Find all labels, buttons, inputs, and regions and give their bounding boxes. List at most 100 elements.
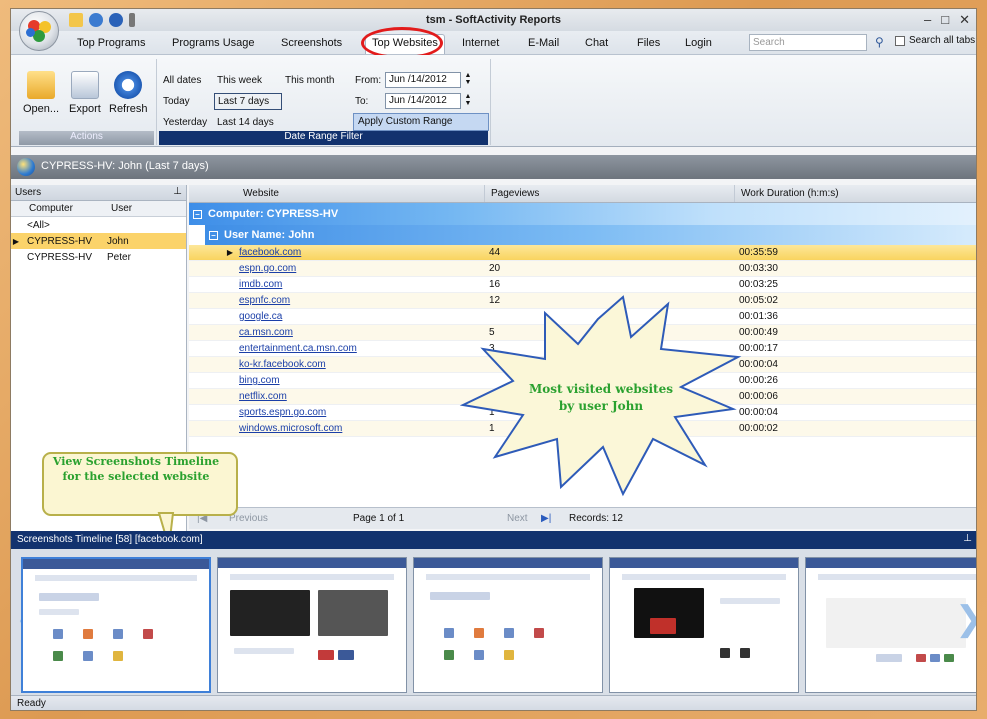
tab-files[interactable]: Files [631,35,666,51]
thumbnail-content [318,650,334,660]
website-link[interactable]: entertainment.ca.msn.com [239,343,485,354]
thumbnail-content [113,629,123,639]
timeline-next-icon[interactable]: ❯ [955,599,976,649]
column-user[interactable]: User [107,201,136,216]
table-row[interactable]: espn.go.com 20 00:03:30 [189,261,976,277]
page-indicator: Page 1 of 1 [353,513,405,524]
export-button[interactable]: Export [69,71,101,115]
to-date-input[interactable]: Jun /14/2012 [385,93,461,109]
website-link[interactable]: ca.msn.com [239,327,485,338]
pin-icon[interactable]: ⊥ [173,186,182,197]
website-link[interactable]: ko-kr.facebook.com [239,359,485,370]
date-today[interactable]: Today [163,96,190,107]
tab-chat[interactable]: Chat [579,35,614,51]
thumbnail-content [876,654,902,662]
thumbnail-content [720,648,730,658]
open-label: Open... [23,103,60,115]
maximize-icon[interactable]: □ [941,12,949,28]
website-link[interactable]: imdb.com [239,279,485,290]
users-row[interactable]: <All> [11,217,186,233]
open-button[interactable]: Open... [23,71,59,115]
thumbnail-content [230,590,310,636]
records-count: Records: 12 [569,513,623,524]
group-computer-label: Computer: CYPRESS-HV [208,208,339,220]
grid-columns: Website Pageviews Work Duration (h:m:s) [189,185,976,203]
collapse-icon[interactable]: – [193,209,202,219]
thumbnail-content [944,654,954,662]
collapse-icon[interactable]: – [209,230,218,240]
date-last-7-days[interactable]: Last 7 days [214,93,282,110]
column-website[interactable]: Website [189,185,485,202]
tab-top-programs[interactable]: Top Programs [71,35,151,51]
pageviews-cell: 20 [489,263,501,274]
next-button[interactable]: Next [507,513,528,524]
tab-screenshots[interactable]: Screenshots [275,35,348,51]
tab-email[interactable]: E-Mail [522,35,565,51]
website-link[interactable]: espn.go.com [239,263,485,274]
binoculars-icon[interactable]: ⚲ [875,35,884,49]
thumbnail-content [720,598,780,604]
thumbnail-content [39,609,79,615]
column-pageviews[interactable]: Pageviews [485,185,735,202]
date-this-week[interactable]: This week [217,75,262,86]
thumbnail-content [83,651,93,661]
tab-login[interactable]: Login [679,35,718,51]
refresh-button[interactable]: Refresh [109,71,148,115]
screenshot-thumbnail[interactable] [217,557,407,693]
website-link[interactable]: bing.com [239,375,485,386]
website-link[interactable]: windows.microsoft.com [239,423,485,434]
thumbnail-bar [818,574,976,580]
users-row-user: John [107,235,129,247]
thumbnail-content [534,628,544,638]
close-icon[interactable]: ✕ [959,12,970,28]
thumbnail-content [338,650,354,660]
website-link[interactable]: google.ca [239,311,485,322]
tab-internet[interactable]: Internet [456,35,505,51]
duration-cell: 00:05:02 [739,295,778,306]
column-computer[interactable]: Computer [11,201,107,216]
pager: |◀ Previous Page 1 of 1 Next ▶| Records:… [189,507,976,529]
last-page-icon[interactable]: ▶| [541,513,551,524]
from-spinner[interactable]: ▲ ▼ [463,72,473,88]
app-logo[interactable] [19,11,59,51]
website-link[interactable]: netflix.com [239,391,485,402]
search-all-tabs[interactable]: Search all tabs [895,35,975,46]
from-date-input[interactable]: Jun /14/2012 [385,72,461,88]
search-input[interactable]: Search [749,34,867,51]
to-spinner[interactable]: ▲ ▼ [463,93,473,109]
thumbnail-content [740,648,750,658]
group-row-computer[interactable]: – Computer: CYPRESS-HV [189,203,976,225]
thumbnail-header [610,558,798,568]
duration-cell: 00:00:26 [739,375,778,386]
logo-petal [26,28,35,37]
screenshot-thumbnail[interactable] [805,557,976,693]
table-row[interactable]: ▶ facebook.com 44 00:35:59 [189,245,976,261]
column-work-duration[interactable]: Work Duration (h:m:s) [735,185,974,202]
app-window: tsm - SoftActivity Reports – □ ✕ Top Pro… [10,8,977,711]
screenshot-thumbnail[interactable] [413,557,603,693]
users-row[interactable]: CYPRESS-HV Peter [11,249,186,265]
tab-programs-usage[interactable]: Programs Usage [166,35,261,51]
apply-custom-range-button[interactable]: Apply Custom Range [353,113,489,131]
date-all-dates[interactable]: All dates [163,75,201,86]
date-last-14-days[interactable]: Last 14 days [217,117,274,128]
users-row-computer: <All> [27,219,50,231]
users-row-selected[interactable]: ▶ CYPRESS-HV John [11,233,186,249]
date-this-month[interactable]: This month [285,75,334,86]
group-row-user[interactable]: – User Name: John [205,225,976,245]
thumbnail-header [218,558,406,568]
screenshot-thumbnail[interactable] [21,557,211,693]
website-link[interactable]: sports.espn.go.com [239,407,485,418]
date-yesterday[interactable]: Yesterday [163,117,207,128]
pin-icon[interactable]: ⊥ [963,533,972,544]
screenshot-thumbnail[interactable] [609,557,799,693]
website-link[interactable]: espnfc.com [239,295,485,306]
search-all-checkbox[interactable] [895,35,905,46]
duration-cell: 00:00:04 [739,359,778,370]
minimize-icon[interactable]: – [924,12,931,28]
status-text: Ready [17,698,46,709]
search-all-label: Search all tabs [909,35,976,46]
to-label: To: [355,96,369,107]
thumbnail-content [53,651,63,661]
website-link[interactable]: facebook.com [239,247,485,258]
